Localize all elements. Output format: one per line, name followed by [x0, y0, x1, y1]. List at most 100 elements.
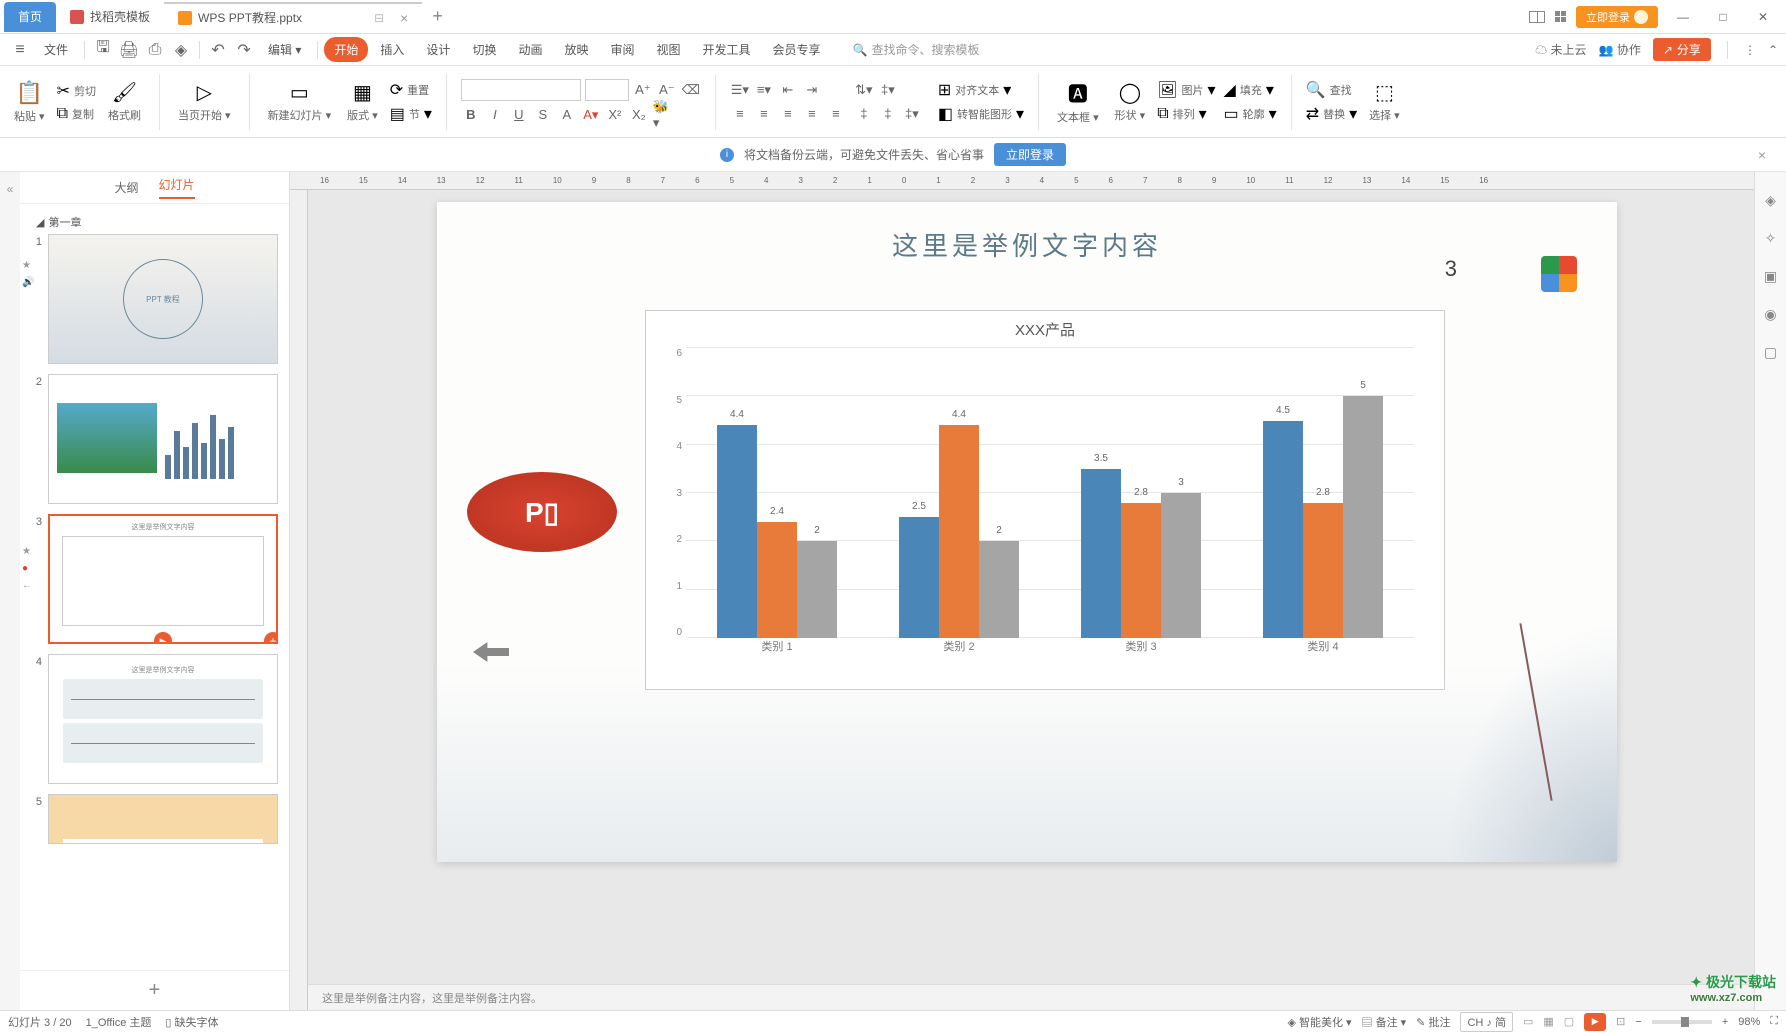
preview-icon[interactable]: ◈ — [169, 38, 193, 62]
slideshow-button[interactable]: ▶ — [1584, 1013, 1606, 1031]
menu-start[interactable]: 开始 — [324, 37, 368, 62]
slide-title[interactable]: 这里是举例文字内容 — [437, 226, 1617, 263]
decrease-font-icon[interactable]: A⁻ — [657, 80, 677, 100]
play-slide-badge[interactable]: ▶ — [154, 632, 172, 644]
bullets-button[interactable]: ☰▾ — [730, 80, 750, 100]
spacing-2-button[interactable]: ‡ — [878, 104, 898, 124]
menu-animation[interactable]: 动画 — [508, 37, 552, 62]
redo-icon[interactable]: ↷ — [232, 38, 256, 62]
zoom-out-button[interactable]: − — [1635, 1016, 1641, 1028]
select-button[interactable]: ⬚ 选择 ▾ — [1365, 80, 1404, 123]
animation-pane-icon[interactable]: ✧ — [1762, 230, 1780, 248]
increase-font-icon[interactable]: A⁺ — [633, 80, 653, 100]
align-text-button[interactable]: ⊞ 对齐文本 ▾ — [938, 80, 1024, 100]
sorter-view-icon[interactable]: ▦ — [1543, 1015, 1553, 1028]
slide-canvas[interactable]: 这里是举例文字内容 3 P▯ XXX产品 01234564.42.422.54.… — [437, 202, 1617, 862]
text-direction-button[interactable]: ⇅▾ — [854, 80, 874, 100]
find-button[interactable]: 🔍 查找 — [1306, 80, 1357, 100]
share-button[interactable]: ↗ 分享 — [1653, 38, 1711, 61]
split-view-icon[interactable] — [1529, 11, 1545, 23]
change-case-button[interactable]: 🐝▾ — [653, 105, 673, 125]
smart-shape-button[interactable]: ◧ 转智能图形 ▾ — [938, 104, 1024, 124]
menu-transition[interactable]: 切换 — [462, 37, 506, 62]
panel-tab-slides[interactable]: 幻灯片 — [159, 176, 195, 199]
zoom-in-button[interactable]: + — [1722, 1016, 1728, 1028]
notes-pane[interactable]: 这里是举例备注内容，这里是举例备注内容。 — [308, 984, 1754, 1010]
undo-icon[interactable]: ↶ — [206, 38, 230, 62]
superscript-button[interactable]: X² — [605, 105, 625, 125]
menu-member[interactable]: 会员专享 — [763, 37, 831, 62]
collapse-panel-icon[interactable]: « — [0, 172, 20, 1010]
maximize-button[interactable]: □ — [1708, 5, 1738, 29]
slide-thumbnail-5[interactable] — [48, 794, 278, 844]
clear-format-icon[interactable]: ⌫ — [681, 80, 701, 100]
subscript-button[interactable]: X₂ — [629, 105, 649, 125]
zoom-level[interactable]: 98% — [1738, 1016, 1760, 1028]
ime-status[interactable]: CH ♪ 简 — [1460, 1012, 1513, 1032]
paste-button[interactable]: 📋 粘贴 ▾ — [10, 80, 49, 124]
fill-button[interactable]: ◢ 填充 ▾ — [1224, 80, 1277, 100]
tab-pin-icon[interactable]: ⊟ — [374, 11, 384, 25]
outline-button[interactable]: ▭ 轮廓 ▾ — [1224, 104, 1277, 124]
tab-close-icon[interactable]: × — [400, 10, 408, 26]
layout-button[interactable]: ▦ 版式 ▾ — [343, 80, 382, 123]
cut-button[interactable]: ✂ 剪切 — [57, 81, 96, 101]
notification-close-icon[interactable]: × — [1758, 147, 1766, 163]
increase-indent-button[interactable]: ⇥ — [802, 80, 822, 100]
close-button[interactable]: ✕ — [1748, 5, 1778, 29]
zoom-slider[interactable] — [1652, 1020, 1712, 1024]
menu-devtools[interactable]: 开发工具 — [693, 37, 761, 62]
copy-button[interactable]: ⧉ 复制 — [57, 105, 96, 123]
fit-window-icon[interactable]: ⛶ — [1770, 1015, 1778, 1028]
picture-button[interactable]: 🖼 图片 ▾ — [1157, 80, 1215, 100]
design-pane-icon[interactable]: ▢ — [1762, 344, 1780, 362]
panel-tab-outline[interactable]: 大纲 — [114, 179, 138, 196]
tab-add-button[interactable]: + — [422, 6, 453, 27]
font-size-select[interactable] — [585, 79, 629, 101]
reset-button[interactable]: ⟳ 重置 — [390, 80, 432, 100]
notes-toggle[interactable]: ▤ 备注 ▾ — [1362, 1014, 1407, 1030]
font-family-select[interactable] — [461, 79, 581, 101]
line-spacing-button[interactable]: ‡▾ — [878, 80, 898, 100]
align-left-button[interactable]: ≡ — [730, 104, 750, 124]
font-color-button[interactable]: A▾ — [581, 105, 601, 125]
slide-thumbnail-3[interactable]: 这里是举例文字内容 ▶ + — [48, 514, 278, 644]
decrease-indent-button[interactable]: ⇤ — [778, 80, 798, 100]
menu-insert[interactable]: 插入 — [370, 37, 414, 62]
collab-button[interactable]: 👥 协作 — [1599, 41, 1641, 58]
shape-button[interactable]: ◯ 形状 ▾ — [1111, 80, 1150, 123]
distribute-button[interactable]: ≡ — [826, 104, 846, 124]
tab-template[interactable]: 找稻壳模板 — [56, 2, 164, 32]
highlight-button[interactable]: A — [557, 105, 577, 125]
collapse-ribbon-icon[interactable]: ⌃ — [1768, 43, 1778, 57]
save-icon[interactable]: 🖫 — [91, 38, 115, 62]
apps-grid-icon[interactable] — [1555, 11, 1566, 22]
print-icon[interactable]: 🖨 — [117, 38, 141, 62]
bold-button[interactable]: B — [461, 105, 481, 125]
smart-beautify-button[interactable]: ◈ 智能美化 ▾ — [1287, 1014, 1351, 1030]
strike-button[interactable]: S — [533, 105, 553, 125]
tab-current-file[interactable]: WPS PPT教程.pptx ⊟ × — [164, 2, 422, 32]
from-current-button[interactable]: ▷ 当页开始 ▾ — [174, 80, 235, 123]
tab-home[interactable]: 首页 — [4, 2, 56, 32]
align-center-button[interactable]: ≡ — [754, 104, 774, 124]
hamburger-icon[interactable]: ≡ — [8, 38, 32, 62]
slide-thumbnail-2[interactable] — [48, 374, 278, 504]
chart-object[interactable]: XXX产品 01234564.42.422.54.423.52.834.52.8… — [645, 310, 1445, 690]
slide-thumbnail-1[interactable]: PPT 教程 — [48, 234, 278, 364]
more-icon[interactable]: ⋮ — [1744, 43, 1756, 57]
print-preview-icon[interactable]: ⎙ — [143, 38, 167, 62]
menu-slideshow[interactable]: 放映 — [554, 37, 598, 62]
menu-edit[interactable]: 编辑 ▾ — [258, 37, 311, 62]
italic-button[interactable]: I — [485, 105, 505, 125]
spacing-3-button[interactable]: ‡▾ — [902, 104, 922, 124]
spacing-1-button[interactable]: ‡ — [854, 104, 874, 124]
material-icon[interactable]: ◉ — [1762, 306, 1780, 324]
menu-design[interactable]: 设计 — [416, 37, 460, 62]
slide-thumbnail-4[interactable]: 这里是举例文字内容 — [48, 654, 278, 784]
menu-view[interactable]: 视图 — [647, 37, 691, 62]
menu-review[interactable]: 审阅 — [600, 37, 644, 62]
format-painter-button[interactable]: 🖌 格式刷 — [104, 80, 145, 123]
add-slide-badge[interactable]: + — [264, 632, 278, 644]
login-button[interactable]: 立即登录 — [1576, 6, 1658, 28]
